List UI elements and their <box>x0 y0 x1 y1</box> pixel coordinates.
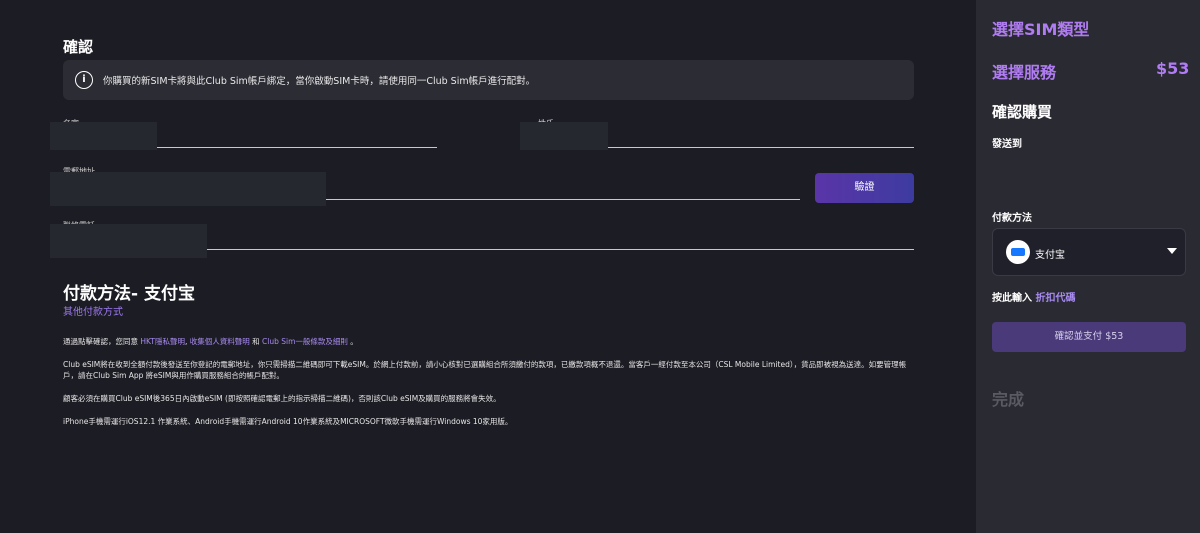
phone-value-redacted <box>50 224 207 258</box>
other-payment-link[interactable]: 其他付款方式 <box>63 303 123 318</box>
terms-para-activation: 顧客必須在購買Club eSIM後365日內啟動eSIM (即按照確認電郵上的指… <box>63 394 501 403</box>
promo-code-prompt: 按此輸入 折扣代碼 <box>992 289 1075 304</box>
page-title: 確認 <box>63 38 94 56</box>
collect-data-link[interactable]: 收集個人資料聲明 <box>190 337 250 346</box>
terms-sep: 和 <box>249 337 263 346</box>
terms-para-compatibility: iPhone手機需運行iOS12.1 作業系統、Android手機需運行Andr… <box>63 417 513 426</box>
notice-text: 你購買的新SIM卡將與此Club Sim帳戶綁定，當你啟動SIM卡時，請使用同一… <box>103 76 536 87</box>
terms-para-esim-delivery: Club eSIM將在收到全額付款後發送至你登記的電郵地址，你只需掃描二維碼即可… <box>63 360 907 380</box>
terms-prefix: 通過點擊確認，您同意 <box>63 337 141 346</box>
alipay-logo-icon <box>1006 240 1030 264</box>
payment-option-label: 支付宝 <box>1035 250 1065 261</box>
step-done: 完成 <box>992 390 1025 409</box>
first-name-value-redacted <box>50 122 157 150</box>
payment-method-label: 付款方法 <box>992 213 1032 224</box>
terms-suffix: 。 <box>347 337 358 346</box>
step-confirm-purchase: 確認購買 <box>992 103 1053 121</box>
main-panel: 確認 i 你購買的新SIM卡將與此Club Sim帳戶綁定，當你啟動SIM卡時，… <box>0 0 976 533</box>
phone-field[interactable] <box>207 249 914 250</box>
terms-link[interactable]: Club Sim一般條款及細則 <box>262 337 348 346</box>
send-to-label: 發送到 <box>992 139 1022 150</box>
payment-method-select[interactable]: 支付宝 <box>992 228 1186 276</box>
last-name-field[interactable] <box>608 147 914 148</box>
notice-banner: i 你購買的新SIM卡將與此Club Sim帳戶綁定，當你啟動SIM卡時，請使用… <box>63 60 914 100</box>
promo-prefix: 按此輸入 <box>992 293 1036 304</box>
terms-consent-text: 通過點擊確認，您同意 HKT隱私聲明, 收集個人資料聲明 和 Club Sim一… <box>63 336 358 347</box>
payment-method-title: 付款方法- 支付宝 <box>63 284 195 304</box>
confirm-pay-button[interactable]: 確認並支付 $53 <box>992 322 1186 352</box>
verify-button[interactable]: 驗證 <box>815 173 914 203</box>
step-select-sim-type[interactable]: 選擇SIM類型 <box>992 16 1089 40</box>
info-icon: i <box>75 71 93 89</box>
promo-code-link[interactable]: 折扣代碼 <box>1035 293 1075 304</box>
first-name-field[interactable] <box>157 147 437 148</box>
email-value-redacted <box>50 172 326 206</box>
email-field[interactable] <box>326 199 800 200</box>
privacy-link[interactable]: HKT隱私聲明 <box>140 337 185 346</box>
step-select-service[interactable]: 選擇服務 <box>992 59 1056 83</box>
chevron-down-icon <box>1167 248 1177 254</box>
service-price: $53 <box>1156 59 1190 78</box>
last-name-value-redacted <box>520 122 608 150</box>
